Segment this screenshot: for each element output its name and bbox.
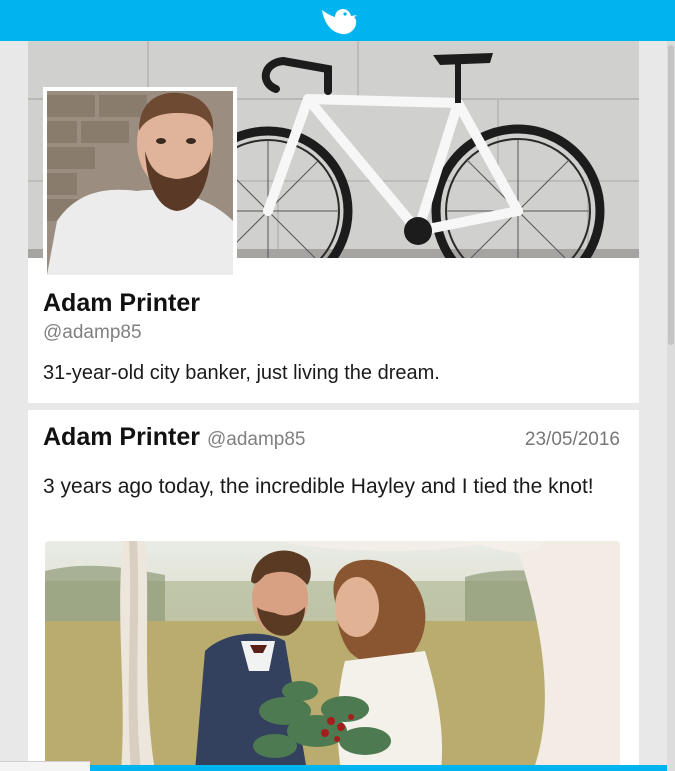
avatar-photo [47, 91, 233, 275]
profile-name[interactable]: Adam Printer [43, 289, 200, 318]
profile-card: Adam Printer @adamp85 31-year-old city b… [28, 41, 639, 403]
scrollbar[interactable] [667, 41, 675, 771]
post-header: Adam Printer @adamp85 23/05/2016 [43, 423, 620, 452]
profile-bio: 31-year-old city banker, just living the… [43, 362, 440, 384]
post-date: 23/05/2016 [524, 429, 620, 450]
profile-handle[interactable]: @adamp85 [43, 322, 142, 344]
bottom-strip [0, 765, 667, 771]
wedding-photo [45, 541, 620, 771]
top-bar [0, 0, 675, 41]
post-author-name[interactable]: Adam Printer [43, 423, 200, 452]
bird-icon[interactable] [316, 4, 360, 38]
bottom-tab[interactable] [0, 761, 90, 771]
post-card[interactable]: Adam Printer @adamp85 23/05/2016 3 years… [28, 410, 639, 771]
avatar[interactable] [43, 87, 237, 279]
scroll-thumb[interactable] [668, 45, 674, 345]
post-photo[interactable] [45, 541, 620, 771]
post-text: 3 years ago today, the incredible Hayley… [43, 475, 594, 498]
post-author-handle[interactable]: @adamp85 [207, 429, 306, 451]
